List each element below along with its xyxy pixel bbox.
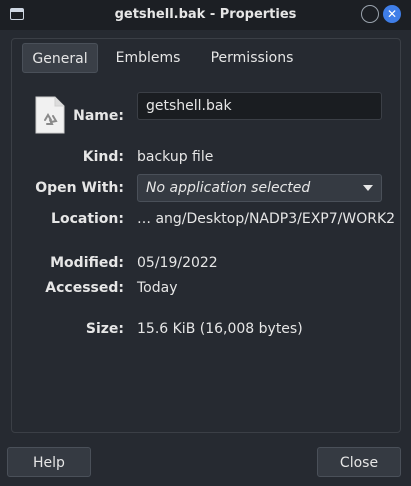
window-title: getshell.bak - Properties bbox=[114, 7, 297, 22]
tab-permissions[interactable]: Permissions bbox=[200, 43, 304, 73]
open-with-value: No application selected bbox=[146, 180, 311, 196]
kind-label: Kind: bbox=[82, 149, 124, 165]
size-value: 15.6 KiB (16,008 bytes) bbox=[137, 321, 303, 337]
size-label: Size: bbox=[85, 321, 124, 337]
kind-value: backup file bbox=[137, 149, 214, 165]
modified-label: Modified: bbox=[50, 255, 124, 271]
accessed-value: Today bbox=[137, 280, 178, 296]
properties-window: getshell.bak - Properties ✕ General Embl… bbox=[0, 0, 411, 486]
location-value: … ang/Desktop/NADP3/EXP7/WORK2 bbox=[137, 211, 396, 227]
location-label: Location: bbox=[51, 211, 124, 227]
properties-panel: General Emblems Permissions Name: getshe… bbox=[11, 38, 401, 433]
tab-bar: General Emblems Permissions bbox=[12, 39, 400, 77]
tab-emblems[interactable]: Emblems bbox=[108, 43, 188, 73]
title-bar[interactable]: getshell.bak - Properties ✕ bbox=[0, 0, 411, 30]
accessed-label: Accessed: bbox=[45, 280, 124, 296]
modified-value: 05/19/2022 bbox=[137, 255, 218, 271]
chevron-down-icon bbox=[363, 185, 373, 191]
help-button[interactable]: Help bbox=[7, 447, 91, 477]
close-button[interactable]: Close bbox=[317, 447, 401, 477]
name-field[interactable]: getshell.bak bbox=[137, 92, 382, 120]
close-icon[interactable]: ✕ bbox=[383, 5, 401, 23]
tab-general[interactable]: General bbox=[22, 43, 98, 73]
name-label: Name: bbox=[73, 108, 124, 124]
minimize-icon[interactable] bbox=[361, 5, 379, 23]
open-with-select[interactable]: No application selected bbox=[137, 174, 382, 202]
open-with-label: Open With: bbox=[35, 180, 124, 196]
